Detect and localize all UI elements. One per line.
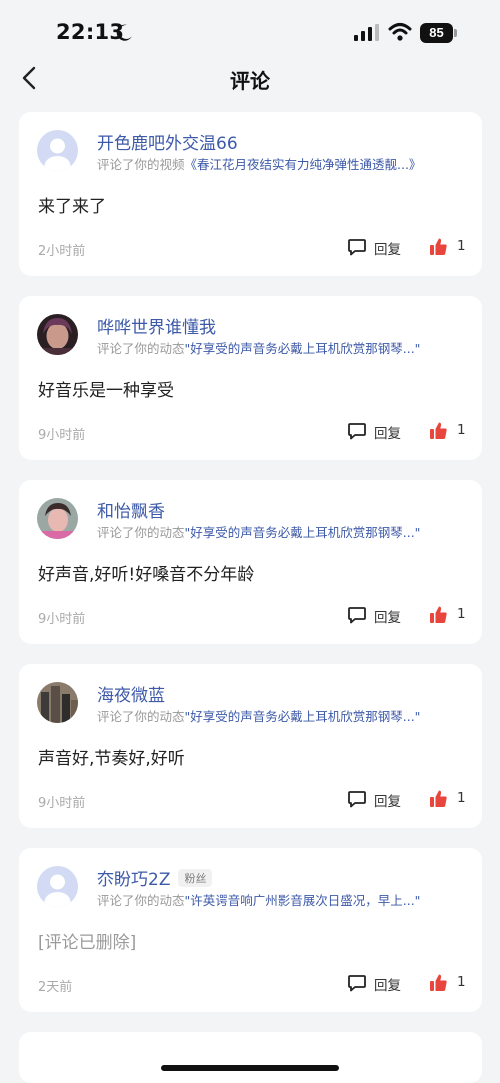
comment-time: 9小时前 — [38, 428, 86, 443]
username[interactable]: 海夜微蓝 — [97, 681, 165, 706]
avatar[interactable] — [37, 866, 78, 907]
like-button[interactable]: 1 — [429, 604, 475, 626]
action-line[interactable]: 评论了你的动态"许英谔音响广州影音展次日盛况，早上..." — [97, 890, 475, 909]
comment-bubble-icon — [348, 607, 366, 624]
like-count: 1 — [457, 790, 466, 806]
avatar[interactable] — [37, 498, 78, 539]
comment-time: 9小时前 — [38, 612, 86, 627]
thumbs-up-icon — [430, 238, 447, 255]
action-line[interactable]: 评论了你的动态"好享受的声音务必戴上耳机欣赏那钢琴..." — [97, 338, 475, 357]
like-count: 1 — [457, 422, 466, 438]
action-prefix: 评论了你的视频 — [97, 157, 185, 172]
comment-card[interactable]: 夵盼巧2Z 粉丝 评论了你的动态"许英谔音响广州影音展次日盛况，早上..." [评… — [19, 848, 482, 1012]
status-bar: 22:13 85 — [0, 0, 500, 62]
thumbs-up-icon — [430, 974, 447, 991]
user-photo-avatar — [37, 314, 78, 355]
reply-button[interactable]: 回复 — [347, 972, 407, 994]
comment-time: 9小时前 — [38, 796, 86, 811]
nav-bar: 评论 — [0, 56, 500, 100]
reply-button[interactable]: 回复 — [347, 604, 407, 626]
thumbs-up-icon — [430, 422, 447, 439]
default-avatar-icon — [37, 866, 78, 907]
like-count: 1 — [457, 238, 466, 254]
avatar[interactable] — [37, 130, 78, 171]
username[interactable]: 和怡飘香 — [97, 497, 165, 522]
comment-bubble-icon — [348, 975, 366, 992]
reply-button[interactable]: 回复 — [347, 788, 407, 810]
page-title: 评论 — [230, 69, 270, 93]
like-button[interactable]: 1 — [429, 420, 475, 442]
wifi-icon — [388, 23, 412, 41]
action-target[interactable]: "许英谔音响广州影音展次日盛况，早上..." — [185, 893, 421, 908]
reply-label: 回复 — [374, 426, 401, 442]
default-avatar-icon — [37, 130, 78, 171]
avatar[interactable] — [37, 682, 78, 723]
like-button[interactable]: 1 — [429, 236, 475, 258]
comment-bubble-icon — [348, 239, 366, 256]
comment-text: 好声音,好听!好嗓音不分年龄 — [38, 565, 255, 585]
action-prefix: 评论了你的动态 — [97, 341, 185, 356]
comment-text: 来了来了 — [38, 197, 106, 217]
comment-card[interactable]: 和怡飘香 评论了你的动态"好享受的声音务必戴上耳机欣赏那钢琴..." 好声音,好… — [19, 480, 482, 644]
signal-icon — [354, 24, 379, 41]
comment-text: 声音好,节奏好,好听 — [38, 749, 185, 769]
comment-bubble-icon — [348, 791, 366, 808]
reply-button[interactable]: 回复 — [347, 236, 407, 258]
comment-bubble-icon — [348, 423, 366, 440]
comment-card[interactable]: 开色鹿吧外交温66 评论了你的视频《春江花月夜结实有力纯净弹性通透靓...》 来… — [19, 112, 482, 276]
action-line[interactable]: 评论了你的视频《春江花月夜结实有力纯净弹性通透靓...》 — [97, 154, 475, 173]
action-line[interactable]: 评论了你的动态"好享受的声音务必戴上耳机欣赏那钢琴..." — [97, 522, 475, 541]
comment-time: 2小时前 — [38, 244, 86, 259]
action-target[interactable]: 《春江花月夜结实有力纯净弹性通透靓...》 — [185, 157, 422, 172]
reply-label: 回复 — [374, 242, 401, 258]
reply-label: 回复 — [374, 794, 401, 810]
user-photo-avatar — [37, 682, 78, 723]
moon-icon — [116, 24, 132, 41]
like-count: 1 — [457, 606, 466, 622]
username[interactable]: 夵盼巧2Z 粉丝 — [97, 865, 213, 890]
like-button[interactable]: 1 — [429, 788, 475, 810]
user-photo-avatar — [37, 498, 78, 539]
comment-card[interactable]: 哗哗世界谁懂我 评论了你的动态"好享受的声音务必戴上耳机欣赏那钢琴..." 好音… — [19, 296, 482, 460]
reply-label: 回复 — [374, 610, 401, 626]
battery-level: 85 — [429, 25, 444, 40]
like-button[interactable]: 1 — [429, 972, 475, 994]
action-prefix: 评论了你的动态 — [97, 709, 185, 724]
action-prefix: 评论了你的动态 — [97, 525, 185, 540]
action-target[interactable]: "好享受的声音务必戴上耳机欣赏那钢琴..." — [185, 709, 421, 724]
comment-time: 2天前 — [38, 980, 73, 995]
screen: 22:13 85 评论 开色鹿吧外交温66 评论了你的视频《春江花月夜结实有力纯… — [0, 0, 500, 1083]
fan-badge: 粉丝 — [178, 869, 213, 887]
comment-text: 好音乐是一种享受 — [38, 381, 174, 401]
thumbs-up-icon — [430, 606, 447, 623]
action-line[interactable]: 评论了你的动态"好享受的声音务必戴上耳机欣赏那钢琴..." — [97, 706, 475, 725]
like-count: 1 — [457, 974, 466, 990]
action-target[interactable]: "好享受的声音务必戴上耳机欣赏那钢琴..." — [185, 341, 421, 356]
avatar[interactable] — [37, 314, 78, 355]
comment-card-partial[interactable] — [19, 1032, 482, 1083]
action-target[interactable]: "好享受的声音务必戴上耳机欣赏那钢琴..." — [185, 525, 421, 540]
reply-label: 回复 — [374, 978, 401, 994]
reply-button[interactable]: 回复 — [347, 420, 407, 442]
comment-card[interactable]: 海夜微蓝 评论了你的动态"好享受的声音务必戴上耳机欣赏那钢琴..." 声音好,节… — [19, 664, 482, 828]
thumbs-up-icon — [430, 790, 447, 807]
action-prefix: 评论了你的动态 — [97, 893, 185, 908]
battery-indicator: 85 — [420, 23, 458, 43]
username[interactable]: 哗哗世界谁懂我 — [97, 313, 216, 338]
home-indicator[interactable] — [161, 1065, 339, 1071]
username-text: 夵盼巧2Z — [97, 870, 171, 890]
username[interactable]: 开色鹿吧外交温66 — [97, 129, 238, 154]
comment-text: [评论已删除] — [38, 933, 137, 953]
